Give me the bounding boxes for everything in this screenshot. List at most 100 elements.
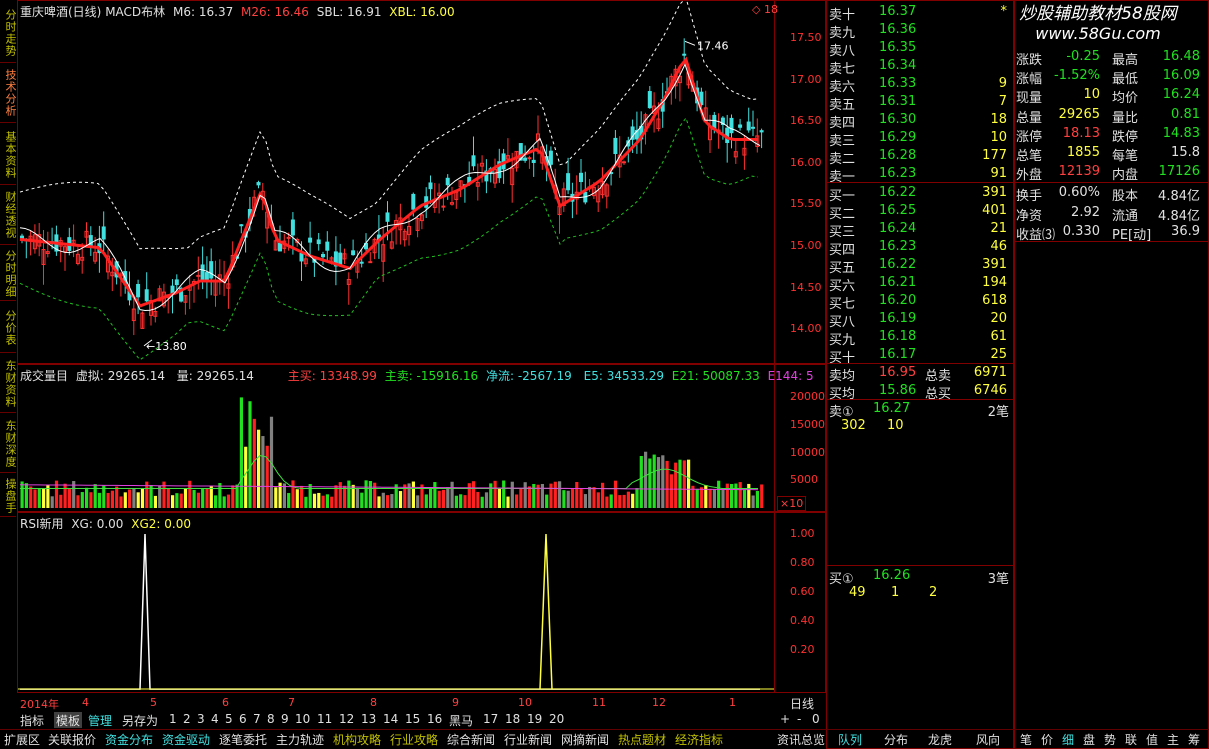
bottom-tab[interactable]: 1 — [169, 712, 177, 728]
footer-tab[interactable]: 经济指标 — [675, 731, 723, 747]
sell-order-row[interactable]: 卖七 16.34 — [829, 57, 1013, 77]
bottom-tab[interactable]: 10 — [295, 712, 310, 728]
volume-bar — [760, 484, 764, 508]
buy-order-row[interactable]: 买七 16.20 618 — [829, 292, 1013, 312]
bottom-tab[interactable]: 模板 — [54, 712, 83, 728]
buy-order-row[interactable]: 买二 16.25 401 — [829, 202, 1013, 222]
sell-order-row[interactable]: 卖五 16.31 7 — [829, 93, 1013, 113]
bottom-tab[interactable]: 8 — [267, 712, 275, 728]
footer-right-tab[interactable]: 资讯总览 — [777, 731, 825, 747]
footer-right-tab[interactable]: 龙虎 — [928, 731, 952, 747]
bottom-tab[interactable]: 2 — [183, 712, 191, 728]
volume-bar — [330, 496, 334, 508]
buy-order-row[interactable]: 买四 16.23 46 — [829, 238, 1013, 258]
footer-tab[interactable]: 网摘新闻 — [561, 731, 609, 747]
buy-order-row[interactable]: 买八 16.19 20 — [829, 310, 1013, 330]
footer-tab[interactable]: 行业攻略 — [390, 731, 438, 747]
quote-row: 涨跌 -0.25 最高 16.48 — [1016, 48, 1206, 68]
candle-body — [204, 272, 209, 280]
bottom-tab[interactable]: 另存为 — [122, 712, 158, 728]
footer-right-tab[interactable]: 风向 — [976, 731, 1000, 747]
bottom-tab[interactable]: 5 — [225, 712, 233, 728]
sell-order-row[interactable]: 卖四 16.30 18 — [829, 111, 1013, 131]
bottom-tab[interactable]: 7 — [253, 712, 261, 728]
volume-bar — [403, 484, 407, 508]
bottom-tab[interactable]: 13 — [361, 712, 376, 728]
volume-bar — [205, 488, 209, 508]
footer-far-tab[interactable]: 笔 — [1020, 731, 1032, 747]
footer-tab[interactable]: 行业新闻 — [504, 731, 552, 747]
footer-tab[interactable]: 机构攻略 — [333, 731, 381, 747]
footer-far-tab[interactable]: 细 — [1062, 731, 1074, 747]
queue-buy-row[interactable]: 买① 16.26 3笔 — [829, 567, 1013, 587]
buy-order-row[interactable]: 买一 16.22 391 — [829, 184, 1013, 204]
buy-order-row[interactable]: 买五 16.22 391 — [829, 256, 1013, 276]
volume-bar — [317, 492, 321, 508]
quote-value: 16.09 — [1162, 68, 1200, 84]
bottom-tab[interactable]: 12 — [339, 712, 354, 728]
volume-bar — [386, 495, 390, 508]
candle-body — [338, 252, 343, 266]
buy-order-row[interactable]: 买九 16.18 61 — [829, 328, 1013, 348]
volume-bar — [261, 436, 265, 508]
footer-far-tab[interactable]: 主 — [1167, 731, 1179, 747]
quote-row: 换手 0.60% 股本 4.84亿 — [1016, 184, 1206, 204]
volume-bar — [459, 494, 463, 508]
buy-order-volume: 401 — [982, 203, 1007, 218]
sell-order-row[interactable]: 卖八 16.35 — [829, 39, 1013, 59]
bottom-tab[interactable]: 18 — [505, 712, 520, 728]
orderbook-divider — [826, 182, 1014, 183]
buy-order-row[interactable]: 买十 16.17 25 — [829, 346, 1013, 366]
footer-far-tab[interactable]: 筹 — [1188, 731, 1200, 747]
footer-right-tab[interactable]: 队列 — [838, 731, 862, 747]
quote-divider — [1014, 182, 1209, 183]
bottom-tab[interactable]: 指标 — [20, 712, 44, 728]
volume-bar — [665, 460, 669, 508]
bottom-tab[interactable]: 14 — [383, 712, 398, 728]
bottom-tab[interactable]: 11 — [317, 712, 332, 728]
bottom-tab[interactable]: 管理 — [88, 712, 112, 728]
bottom-tab[interactable]: 17 — [483, 712, 498, 728]
volume-bar — [119, 496, 123, 508]
volume-bar — [85, 487, 89, 508]
footer-right-tab[interactable]: 分布 — [884, 731, 908, 747]
buy-order-row[interactable]: 买六 16.21 194 — [829, 274, 1013, 294]
footer-tab[interactable]: 热点题材 — [618, 731, 666, 747]
bottom-tab[interactable]: 15 — [405, 712, 420, 728]
candle-body — [196, 274, 201, 277]
quote-row: 总量 29265 量比 0.81 — [1016, 106, 1206, 126]
quote-divider-2 — [1014, 241, 1209, 242]
footer-far-tab[interactable]: 势 — [1104, 731, 1116, 747]
buy-order-row[interactable]: 买三 16.24 21 — [829, 220, 1013, 240]
sell-order-row[interactable]: 卖三 16.29 10 — [829, 129, 1013, 149]
bottom-tab[interactable]: 4 — [211, 712, 219, 728]
sell-order-row[interactable]: 卖一 16.23 91 — [829, 165, 1013, 185]
queue-sell-row[interactable]: 卖① 16.27 2笔 — [829, 400, 1013, 420]
footer-far-tab[interactable]: 盘 — [1083, 731, 1095, 747]
bottom-tab[interactable]: 3 — [197, 712, 205, 728]
queue-buy-q1: 49 — [849, 585, 866, 600]
footer-tab[interactable]: 扩展区 — [4, 731, 40, 747]
sell-order-row[interactable]: 卖六 16.33 9 — [829, 75, 1013, 95]
footer-tab[interactable]: 资金分布 — [105, 731, 153, 747]
bottom-tab[interactable]: 19 — [527, 712, 542, 728]
bottom-tab[interactable]: 6 — [239, 712, 247, 728]
bottom-tab[interactable]: 20 — [549, 712, 564, 728]
footer-tab[interactable]: 资金驱动 — [162, 731, 210, 747]
sell-order-row[interactable]: 卖十 16.37 * — [829, 3, 1013, 23]
bottom-tab[interactable]: 黑马 — [449, 712, 473, 728]
footer-tab[interactable]: 综合新闻 — [447, 731, 495, 747]
footer-tab[interactable]: 主力轨迹 — [276, 731, 324, 747]
low-label: ←13.80 — [146, 340, 187, 353]
footer-tab[interactable]: 关联报价 — [48, 731, 96, 747]
sell-order-row[interactable]: 卖二 16.28 177 — [829, 147, 1013, 167]
footer-far-tab[interactable]: 价 — [1041, 731, 1053, 747]
bottom-tab[interactable]: 16 — [427, 712, 442, 728]
sell-order-volume: 91 — [990, 166, 1007, 181]
footer-far-tab[interactable]: 联 — [1125, 731, 1137, 747]
footer-tab[interactable]: 逐笔委托 — [219, 731, 267, 747]
bottom-tab[interactable]: 9 — [281, 712, 289, 728]
sell-order-row[interactable]: 卖九 16.36 — [829, 21, 1013, 41]
candle-body — [20, 235, 24, 239]
footer-far-tab[interactable]: 值 — [1146, 731, 1158, 747]
